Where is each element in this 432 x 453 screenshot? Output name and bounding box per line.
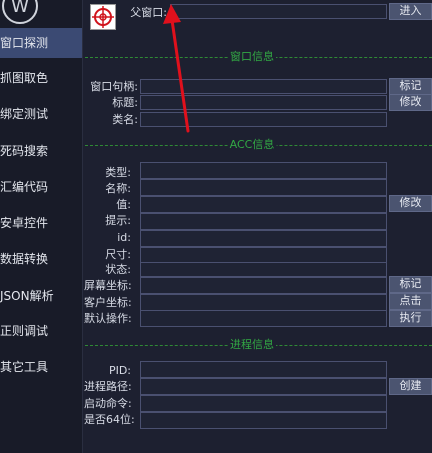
acc-size-label: 尺寸:: [105, 248, 131, 261]
acc-mark-button[interactable]: 标记: [389, 276, 432, 293]
acc-click-button[interactable]: 点击: [389, 293, 432, 310]
screen-coord-label: 屏幕坐标:: [84, 279, 132, 292]
pid-label: PID:: [108, 364, 131, 377]
window-mark-button[interactable]: 标记: [389, 78, 432, 95]
window-handle-label: 窗口句柄:: [90, 80, 138, 93]
nav-item-regex-debug[interactable]: 正则调试: [0, 316, 82, 346]
acc-name-field[interactable]: [140, 179, 387, 196]
screen-coord-field[interactable]: [140, 277, 387, 294]
acc-info-title: ACC信息: [227, 138, 277, 151]
client-coord-field[interactable]: [140, 294, 387, 311]
nav-item-deadcode-search[interactable]: 死码搜索: [0, 136, 82, 166]
nav-item-other-tools[interactable]: 其它工具: [0, 352, 82, 382]
acc-id-field[interactable]: [140, 230, 387, 247]
is64bit-label: 是否64位:: [84, 413, 135, 426]
default-action-label: 默认操作:: [84, 312, 132, 325]
acc-state-field[interactable]: [140, 262, 387, 277]
acc-hint-label: 提示:: [105, 214, 131, 227]
client-coord-label: 客户坐标:: [84, 296, 132, 309]
acc-value-label: 值:: [116, 198, 131, 211]
class-name-label: 类名:: [112, 113, 138, 126]
window-title-field[interactable]: [140, 95, 387, 110]
crosshair-icon: [92, 6, 114, 28]
nav-item-bind-test[interactable]: 绑定测试: [0, 99, 82, 129]
default-action-field[interactable]: [140, 310, 387, 327]
create-button[interactable]: 创建: [389, 378, 432, 395]
nav-item-asm-code[interactable]: 汇编代码: [0, 172, 82, 202]
app-logo: W: [2, 0, 38, 24]
acc-value-field[interactable]: [140, 196, 387, 213]
nav-item-android-control[interactable]: 安卓控件: [0, 208, 82, 238]
pid-field[interactable]: [140, 361, 387, 378]
acc-type-field[interactable]: [140, 162, 387, 179]
window-modify-button[interactable]: 修改: [389, 94, 432, 111]
nav-item-capture-color[interactable]: 抓图取色: [0, 63, 82, 93]
nav-item-window-detect[interactable]: 窗口探测: [0, 28, 82, 58]
parent-window-label: 父窗口:: [130, 6, 167, 19]
is64bit-field[interactable]: [140, 412, 387, 429]
window-handle-field[interactable]: [140, 79, 387, 94]
acc-name-label: 名称:: [105, 182, 131, 195]
process-info-title: 进程信息: [228, 338, 276, 351]
process-path-field[interactable]: [140, 378, 387, 395]
acc-modify-button[interactable]: 修改: [389, 195, 432, 212]
acc-type-label: 类型:: [105, 166, 131, 179]
acc-state-label: 状态:: [105, 263, 131, 276]
launch-command-field[interactable]: [140, 395, 387, 412]
sidebar: W 窗口探测 抓图取色 绑定测试 死码搜索 汇编代码 安卓控件 数据转换 JSO…: [0, 0, 82, 453]
class-name-field[interactable]: [140, 112, 387, 127]
acc-execute-button[interactable]: 执行: [389, 310, 432, 327]
nav-item-data-convert[interactable]: 数据转换: [0, 244, 82, 274]
parent-window-field[interactable]: [170, 4, 387, 19]
enter-button[interactable]: 进入: [389, 3, 432, 20]
window-picker-target[interactable]: [90, 4, 116, 30]
window-info-title: 窗口信息: [228, 50, 276, 63]
process-path-label: 进程路径:: [84, 380, 132, 393]
acc-hint-field[interactable]: [140, 213, 387, 230]
nav-item-json-parse[interactable]: JSON解析: [0, 281, 82, 311]
launch-command-label: 启动命令:: [84, 397, 132, 410]
window-title-label: 标题:: [112, 96, 138, 109]
acc-id-label: id:: [117, 231, 131, 244]
